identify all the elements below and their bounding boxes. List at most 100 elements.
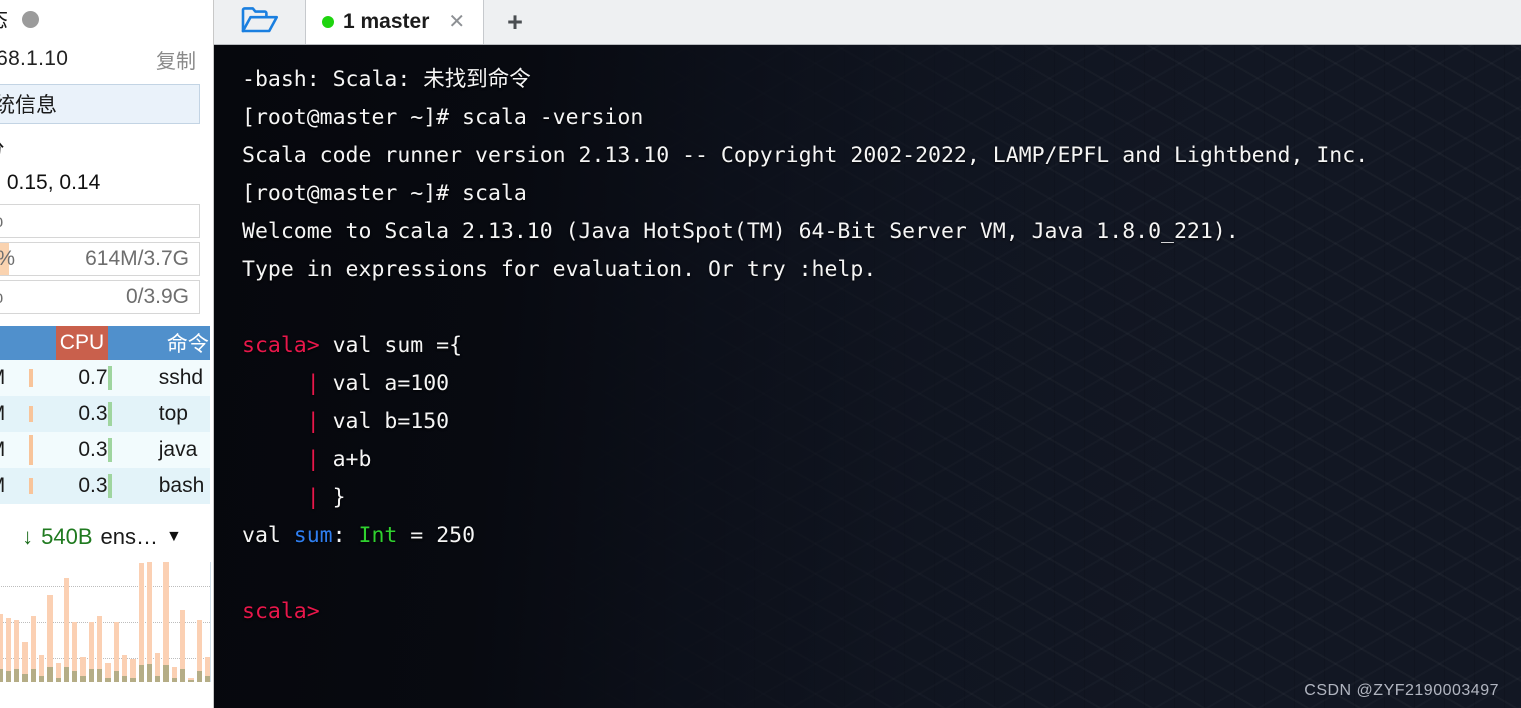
network-up-bar xyxy=(80,676,86,682)
network-down-bar xyxy=(63,578,70,667)
open-folder-button[interactable] xyxy=(214,0,306,44)
table-row[interactable]: M0.7sshd xyxy=(0,360,210,396)
network-bar-column xyxy=(38,562,45,682)
terminal-output-area[interactable]: -bash: Scala: 未找到命令 [root@master ~]# scal… xyxy=(214,45,1521,708)
process-table-body: M0.7sshdM0.3topM0.3javaM0.3bash xyxy=(0,360,210,504)
table-row[interactable]: M0.3top xyxy=(0,396,210,432)
cell-cpu: 0.3 xyxy=(78,438,108,461)
network-down-bar xyxy=(180,610,186,669)
network-bar-column xyxy=(188,562,194,682)
app-window: 状态 2.168.1.10 复制 系统信息 5 分 .22, 0.15, 0.1… xyxy=(0,0,1521,708)
network-up-bar xyxy=(138,665,144,682)
network-row[interactable]: ↓ 540B ens… ▼ xyxy=(0,520,210,554)
network-up-bar xyxy=(38,676,45,682)
terminal-segment: Int xyxy=(358,523,398,548)
terminal-line: [root@master ~]# scala xyxy=(242,175,1521,213)
header-memory-bar xyxy=(5,326,57,360)
status-label: 状态 xyxy=(0,4,8,34)
cell-cpu: 0.7 xyxy=(78,366,108,389)
network-bar-column xyxy=(105,562,111,682)
network-down-bar xyxy=(22,642,28,674)
cpu-meter: 3% xyxy=(0,204,200,238)
network-down-bar xyxy=(204,657,210,676)
header-command[interactable]: 命令 xyxy=(158,326,210,360)
terminal-text: -bash: Scala: 未找到命令 [root@master ~]# scal… xyxy=(214,45,1521,631)
download-arrow-icon: ↓ xyxy=(22,524,34,549)
network-up-bar xyxy=(171,678,178,682)
network-up-bar xyxy=(180,669,186,682)
watermark: CSDN @ZYF2190003497 xyxy=(1304,682,1499,699)
network-bar-column xyxy=(138,562,144,682)
terminal-line: | } xyxy=(242,479,1521,517)
ip-row: 2.168.1.10 复制 xyxy=(0,38,210,80)
network-bar-column xyxy=(180,562,186,682)
network-up-bar xyxy=(55,678,61,682)
terminal-segment: = 250 xyxy=(397,523,476,548)
network-bar-column xyxy=(14,562,20,682)
network-up-bar xyxy=(5,671,12,682)
network-up-bar xyxy=(146,663,153,682)
cpu-meter-percent: 3% xyxy=(0,209,3,233)
network-up-bar xyxy=(155,676,161,682)
load-average-value: .22, 0.15, 0.14 xyxy=(0,171,101,194)
copy-button[interactable]: 复制 xyxy=(156,45,196,74)
network-speed: 540B xyxy=(41,524,93,549)
network-interface: ens… xyxy=(100,524,159,549)
table-row[interactable]: M0.3bash xyxy=(0,468,210,504)
tab-status-dot-icon xyxy=(322,16,334,28)
memory-bar xyxy=(28,406,33,422)
swap-meter-detail: 0/3.9G xyxy=(125,285,189,308)
cell-cpu-bar xyxy=(107,468,159,504)
cell-command: bash xyxy=(158,474,205,497)
terminal-segment: scala> xyxy=(242,333,333,358)
network-down-bar xyxy=(146,562,153,664)
header-cpu-bar xyxy=(107,326,159,360)
memory-meter-percent: 16% xyxy=(0,247,15,271)
tab-1-master[interactable]: 1 master ✕ xyxy=(306,0,484,44)
network-up-bar xyxy=(47,667,53,682)
network-up-bar xyxy=(30,669,36,682)
network-up-bar xyxy=(63,667,70,682)
network-down-bar xyxy=(155,653,161,676)
network-down-bar xyxy=(163,562,169,666)
terminal-segment: Scala code runner version 2.13.10 -- Cop… xyxy=(242,143,1369,168)
cell-memory-bar xyxy=(5,396,56,432)
network-bar-column xyxy=(5,562,12,682)
network-bar-column xyxy=(80,562,86,682)
open-folder-icon xyxy=(240,5,280,40)
network-up-bar xyxy=(204,676,210,682)
cell-command: sshd xyxy=(158,366,204,389)
network-up-bar xyxy=(0,669,3,682)
cpu-bar xyxy=(107,438,112,462)
chevron-down-icon[interactable]: ▼ xyxy=(166,528,182,546)
terminal-line: | a+b xyxy=(242,441,1521,479)
tab-bar: 1 master ✕ + xyxy=(214,0,1521,45)
terminal-line: Welcome to Scala 2.13.10 (Java HotSpot(T… xyxy=(242,213,1521,251)
network-bar-column xyxy=(121,562,128,682)
table-row[interactable]: M0.3java xyxy=(0,432,210,468)
network-down-bar xyxy=(171,667,178,678)
terminal-segment: scala> xyxy=(242,599,320,624)
cell-command: top xyxy=(158,402,188,425)
terminal-line: scala> val sum ={ xyxy=(242,327,1521,365)
network-down-bar xyxy=(88,622,95,669)
network-up-bar xyxy=(105,678,111,682)
process-table-header-row: CPU 命令 xyxy=(0,326,210,360)
cell-command: java xyxy=(158,438,198,461)
network-chart-bars xyxy=(0,562,210,682)
new-tab-button[interactable]: + xyxy=(484,0,546,44)
network-up-bar xyxy=(121,676,128,682)
network-up-bar xyxy=(130,678,136,682)
status-row: 状态 xyxy=(0,0,210,38)
network-bar-column xyxy=(0,562,3,682)
network-bar-column xyxy=(204,562,210,682)
cell-cpu-bar xyxy=(107,432,159,468)
system-info-button[interactable]: 系统信息 xyxy=(0,84,200,124)
cpu-bar xyxy=(107,474,112,498)
terminal-segment: } xyxy=(332,485,346,510)
tab-close-icon[interactable]: ✕ xyxy=(448,12,465,32)
network-down-bar xyxy=(47,595,53,667)
header-cpu[interactable]: CPU xyxy=(56,326,108,360)
memory-bar xyxy=(28,478,33,494)
network-bar-column xyxy=(163,562,169,682)
